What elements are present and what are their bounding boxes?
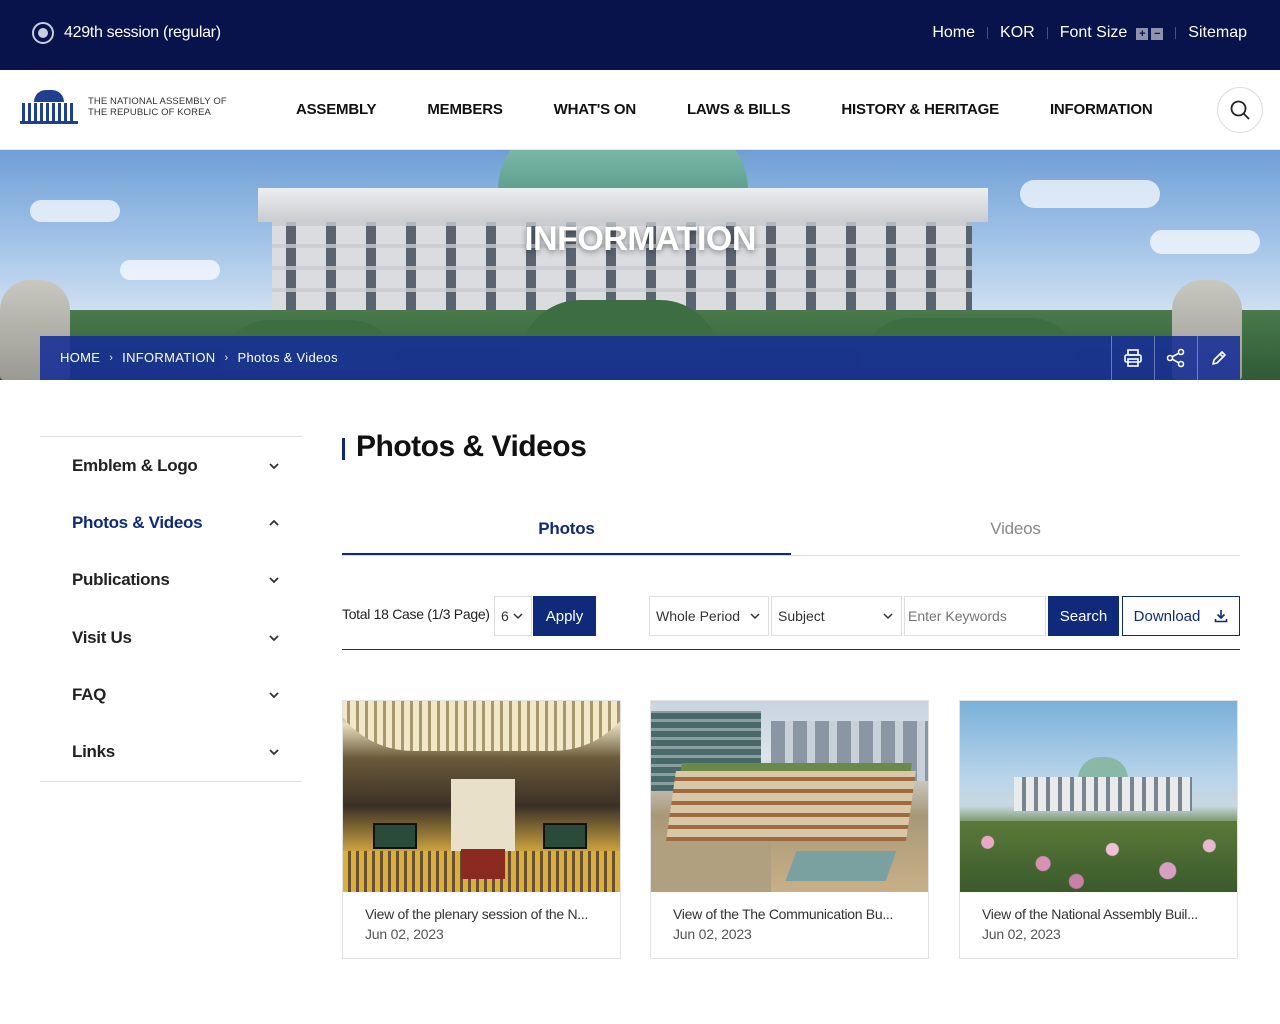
- chevron-down-icon: [269, 463, 279, 469]
- site-search-button[interactable]: [1217, 87, 1263, 133]
- total-count: Total 18 Case (1/3 Page): [342, 606, 490, 622]
- share-icon: [1166, 348, 1185, 368]
- photo-thumbnail-assembly-building[interactable]: [960, 701, 1237, 892]
- download-icon: [1215, 610, 1228, 623]
- nav-item-history-heritage[interactable]: HISTORY & HERITAGE: [841, 101, 999, 118]
- sidebar-item-label: Visit Us: [72, 627, 132, 647]
- sidebar-item-emblem-logo[interactable]: Emblem & Logo: [40, 437, 302, 494]
- session-label: 429th session (regular): [64, 24, 221, 41]
- sidebar-item-label: Publications: [72, 570, 170, 590]
- chevron-right-icon: ›: [224, 351, 229, 364]
- photo-card[interactable]: View of the plenary session of the N... …: [342, 700, 621, 959]
- photo-date: Jun 02, 2023: [365, 926, 444, 942]
- nav-item-whats-on[interactable]: WHAT'S ON: [554, 101, 637, 118]
- sitemap-link[interactable]: Sitemap: [1188, 24, 1247, 42]
- font-decrease-button[interactable]: −: [1151, 28, 1164, 40]
- photo-title[interactable]: View of the plenary session of the N...: [365, 906, 601, 922]
- font-size-label: Font Size: [1059, 24, 1128, 41]
- download-label: Download: [1133, 607, 1201, 625]
- photo-title[interactable]: View of the The Communication Bu...: [673, 906, 909, 922]
- font-increase-button[interactable]: +: [1136, 28, 1149, 40]
- chevron-down-icon: [513, 612, 523, 619]
- sidebar-item-faq[interactable]: FAQ: [40, 666, 302, 723]
- home-link[interactable]: Home: [932, 24, 975, 42]
- chevron-down-icon: [750, 612, 760, 619]
- main-navigation: THE NATIONAL ASSEMBLY OF THE REPUBLIC OF…: [0, 70, 1280, 150]
- photo-thumbnail-plenary[interactable]: [343, 701, 620, 892]
- photo-date: Jun 02, 2023: [673, 926, 752, 942]
- primary-menu: ASSEMBLY MEMBERS WHAT'S ON LAWS & BILLS …: [296, 101, 1203, 118]
- keyword-input[interactable]: [904, 596, 1046, 636]
- nav-item-members[interactable]: MEMBERS: [427, 101, 502, 118]
- nav-item-assembly[interactable]: ASSEMBLY: [296, 101, 377, 118]
- hero-title: INFORMATION: [524, 220, 756, 258]
- subject-select[interactable]: Subject: [771, 596, 902, 636]
- photo-date: Jun 02, 2023: [982, 926, 1061, 942]
- period-select[interactable]: Whole Period: [649, 596, 769, 636]
- photo-thumbnail-communication-building[interactable]: [651, 701, 928, 892]
- sidebar-item-publications[interactable]: Publications: [40, 552, 302, 609]
- pencil-icon: [1212, 351, 1226, 365]
- photo-card[interactable]: View of the The Communication Bu... Jun …: [650, 700, 929, 959]
- chevron-up-icon: [269, 519, 279, 526]
- assembly-seal-icon: [32, 22, 54, 44]
- period-value: Whole Period: [656, 608, 741, 624]
- sidebar-item-visit-us[interactable]: Visit Us: [40, 609, 302, 666]
- chevron-down-icon: [269, 692, 279, 699]
- sidebar-item-links[interactable]: Links: [40, 723, 302, 780]
- logo-line-1: THE NATIONAL ASSEMBLY OF: [88, 96, 227, 107]
- chevron-right-icon: ›: [109, 351, 114, 364]
- logo-line-2: THE REPUBLIC OF KOREA: [88, 107, 211, 118]
- sidebar-item-label: Photos & Videos: [72, 512, 203, 532]
- per-page-select[interactable]: 6: [494, 596, 532, 636]
- sidebar-item-label: Emblem & Logo: [72, 455, 198, 475]
- sidebar-menu: Emblem & Logo Photos & Videos Publicatio…: [40, 436, 302, 782]
- top-utility-bar: 429th session (regular) Home KOR Font Si…: [0, 0, 1280, 70]
- breadcrumb: HOME › INFORMATION › Photos & Videos: [60, 350, 338, 365]
- printer-icon: [1124, 349, 1142, 367]
- search-button[interactable]: Search: [1048, 596, 1119, 636]
- divider: [987, 27, 989, 39]
- search-icon: [1230, 100, 1250, 120]
- divider: [1046, 27, 1048, 39]
- hero-banner: INFORMATION HOME › INFORMATION › Photos …: [0, 150, 1280, 380]
- tab-photos[interactable]: Photos: [342, 506, 791, 555]
- divider: [1175, 27, 1177, 39]
- chevron-down-icon: [269, 749, 279, 756]
- subject-value: Subject: [778, 608, 825, 624]
- breadcrumb-information[interactable]: INFORMATION: [122, 350, 215, 365]
- page-title: Photos & Videos: [342, 430, 587, 464]
- filter-bar: Total 18 Case (1/3 Page) 6 Apply Whole P…: [342, 596, 1240, 636]
- breadcrumb-home[interactable]: HOME: [60, 350, 100, 365]
- breadcrumb-current: Photos & Videos: [237, 350, 338, 365]
- utility-links: Home KOR Font Size + − Sitemap: [932, 24, 1247, 42]
- sidebar-item-label: Links: [72, 742, 115, 762]
- font-size-control: Font Size + −: [1060, 24, 1164, 42]
- assembly-building-logo-icon: [20, 90, 78, 124]
- share-button[interactable]: [1154, 336, 1197, 380]
- chevron-down-icon: [269, 634, 279, 641]
- apply-button[interactable]: Apply: [533, 596, 596, 636]
- site-logo[interactable]: THE NATIONAL ASSEMBLY OF THE REPUBLIC OF…: [20, 90, 227, 124]
- nav-item-information[interactable]: INFORMATION: [1050, 101, 1153, 118]
- print-button[interactable]: [1111, 336, 1154, 380]
- per-page-value: 6: [501, 608, 509, 624]
- logo-text: THE NATIONAL ASSEMBLY OF THE REPUBLIC OF…: [88, 96, 227, 118]
- sidebar-item-photos-videos[interactable]: Photos & Videos: [40, 494, 302, 551]
- media-tabs: Photos Videos: [342, 506, 1240, 556]
- nav-item-laws-bills[interactable]: LAWS & BILLS: [687, 101, 791, 118]
- download-button[interactable]: Download: [1122, 596, 1240, 636]
- edit-button[interactable]: [1197, 336, 1240, 380]
- sidebar-item-label: FAQ: [72, 684, 107, 704]
- chevron-down-icon: [269, 577, 279, 584]
- session-indicator: 429th session (regular): [32, 22, 221, 44]
- filter-divider: [342, 649, 1240, 650]
- photo-title[interactable]: View of the National Assembly Buil...: [982, 906, 1218, 922]
- chevron-down-icon: [883, 612, 893, 619]
- photo-card[interactable]: View of the National Assembly Buil... Ju…: [959, 700, 1238, 959]
- page-tools: [1111, 336, 1240, 380]
- breadcrumb-bar: HOME › INFORMATION › Photos & Videos: [40, 336, 1240, 380]
- language-link[interactable]: KOR: [1000, 24, 1035, 42]
- tab-videos[interactable]: Videos: [791, 506, 1240, 555]
